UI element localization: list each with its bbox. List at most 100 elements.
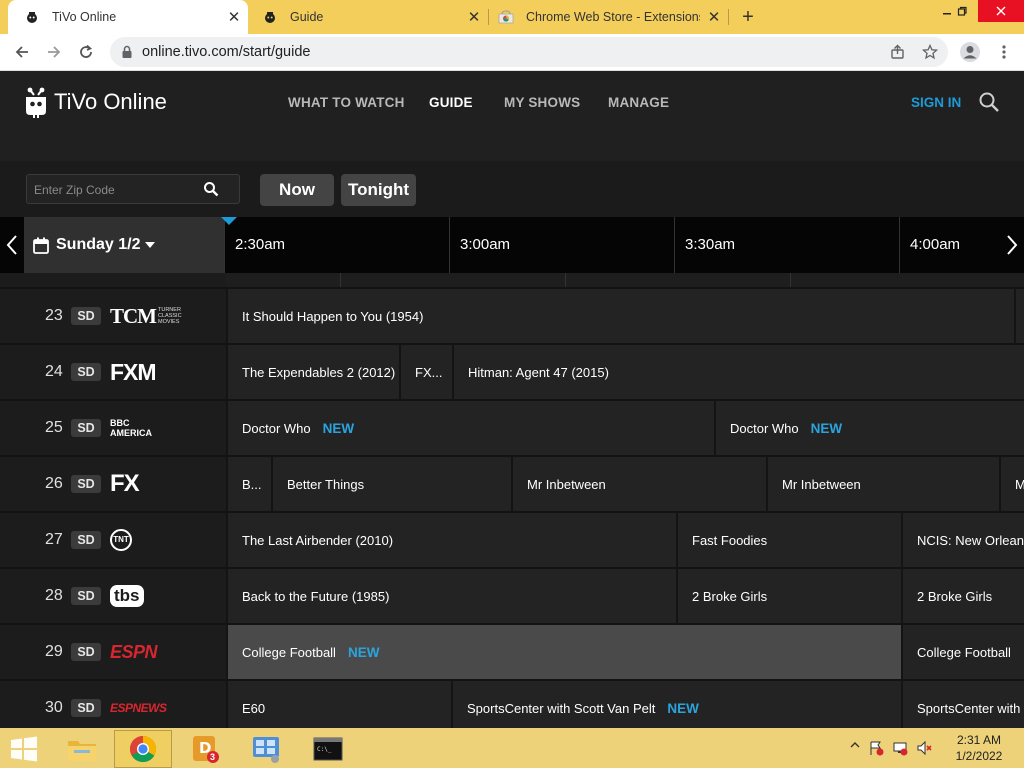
sign-in-link[interactable]: SIGN IN bbox=[911, 95, 961, 110]
date-picker[interactable]: Sunday 1/2 bbox=[24, 217, 224, 273]
tab-separator bbox=[728, 9, 729, 25]
stub-divider bbox=[790, 273, 791, 287]
network-name: FXM bbox=[110, 358, 157, 385]
file-explorer-icon[interactable] bbox=[53, 730, 111, 768]
system-clock[interactable]: 2:31 AM 1/2/2022 bbox=[946, 732, 1012, 764]
nav-guide[interactable]: GUIDE bbox=[429, 95, 473, 110]
chrome-icon[interactable] bbox=[114, 730, 172, 768]
search-icon[interactable] bbox=[978, 91, 1000, 113]
program-cell[interactable]: College Football NEW bbox=[226, 625, 901, 679]
program-cell[interactable]: Fast Foodies bbox=[676, 513, 901, 567]
channel-number: 28 bbox=[45, 587, 63, 604]
program-cell[interactable]: SportsCenter with Scott Van Pelt NEW bbox=[451, 681, 901, 728]
address-bar[interactable]: online.tivo.com/start/guide bbox=[110, 37, 948, 67]
program-cell[interactable]: M bbox=[999, 457, 1024, 511]
zip-search-icon[interactable] bbox=[203, 181, 219, 197]
stub-divider bbox=[565, 273, 566, 287]
time-slot: 3:30am bbox=[674, 217, 899, 273]
program-cell[interactable]: College Football bbox=[901, 625, 1024, 679]
program-cell[interactable]: Doctor Who NEW bbox=[226, 401, 714, 455]
channel-number: 29 bbox=[45, 643, 63, 660]
network-name: FX bbox=[110, 470, 140, 497]
program-title: Hitman: Agent 47 (2015) bbox=[468, 364, 609, 380]
tab-guide[interactable]: Guide ✕ bbox=[246, 0, 488, 34]
profile-avatar[interactable] bbox=[954, 34, 986, 70]
program-cell[interactable]: It Should Happen to You (1954) bbox=[226, 289, 1014, 343]
nav-my-shows[interactable]: MY SHOWS bbox=[504, 95, 580, 110]
channel-cell[interactable]: 25 SD BBC AMERICA bbox=[0, 401, 226, 455]
previous-row-stub bbox=[0, 273, 1024, 287]
nav-manage[interactable]: MANAGE bbox=[608, 95, 669, 110]
program-title: College Football bbox=[917, 644, 1011, 660]
program-cell[interactable]: Hitman: Agent 47 (2015) bbox=[452, 345, 1024, 399]
chevron-up-icon[interactable] bbox=[850, 740, 860, 750]
nav-what-to-watch[interactable]: WHAT TO WATCH bbox=[288, 95, 405, 110]
network-subtitle: TURNER CLASSIC MOVIES bbox=[158, 307, 182, 325]
share-icon[interactable] bbox=[890, 44, 906, 60]
program-cell[interactable]: SportsCenter with bbox=[901, 681, 1024, 728]
program-cell[interactable]: The Expendables 2 (2012) bbox=[226, 345, 399, 399]
tab-title: TiVo Online bbox=[52, 10, 117, 24]
program-cell[interactable] bbox=[1014, 289, 1024, 343]
channel-cell[interactable]: 23 SD TCM TURNER CLASSIC MOVIES bbox=[0, 289, 226, 343]
zip-code-field[interactable]: Enter Zip Code bbox=[26, 174, 240, 204]
tonight-button[interactable]: Tonight bbox=[341, 174, 416, 206]
new-tab-button[interactable]: + bbox=[736, 0, 760, 34]
channel-row-25: 25 SD BBC AMERICA Doctor Who NEW Doctor W… bbox=[0, 399, 1024, 455]
reload-button[interactable] bbox=[70, 34, 102, 70]
control-panel-icon[interactable] bbox=[237, 730, 295, 768]
program-cell[interactable]: FX... bbox=[399, 345, 452, 399]
tab-chrome-web-store[interactable]: Chrome Web Store - Extensions ✕ bbox=[482, 0, 728, 34]
program-title: The Last Airbender (2010) bbox=[242, 532, 394, 548]
network-icon[interactable] bbox=[892, 740, 908, 756]
windows-taskbar: D 3 C:\_ 2:31 AM 1/2/2022 bbox=[0, 728, 1024, 768]
command-prompt-icon[interactable]: C:\_ bbox=[299, 730, 357, 768]
program-title: 2 Broke Girls bbox=[917, 588, 993, 604]
action-center-flag-icon[interactable] bbox=[868, 740, 884, 756]
channel-cell[interactable]: 24 SD FXM bbox=[0, 345, 226, 399]
bookmark-star-icon[interactable] bbox=[922, 44, 938, 60]
tab-tivo-online[interactable]: TiVo Online ✕ bbox=[8, 0, 248, 34]
tivo-icon bbox=[262, 9, 278, 25]
stub-divider bbox=[340, 273, 341, 287]
site-header: TiVo Online WHAT TO WATCH GUIDE MY SHOWS… bbox=[0, 71, 1024, 161]
program-cell[interactable]: NCIS: New Orleans bbox=[901, 513, 1024, 567]
next-time-button[interactable] bbox=[1000, 217, 1024, 273]
channel-cell[interactable]: 28 SD tbs bbox=[0, 569, 226, 623]
tivo-logo[interactable]: TiVo Online bbox=[24, 85, 167, 119]
tnt-logo: TNT bbox=[110, 525, 132, 555]
close-tab-icon[interactable]: ✕ bbox=[700, 8, 728, 26]
program-title: Doctor Who bbox=[730, 420, 799, 436]
volume-muted-icon[interactable] bbox=[916, 740, 932, 756]
now-button[interactable]: Now bbox=[260, 174, 334, 206]
channel-cell[interactable]: 29 SD ESPN bbox=[0, 625, 226, 679]
program-cell[interactable]: E60 bbox=[226, 681, 451, 728]
program-cell[interactable]: 2 Broke Girls bbox=[901, 569, 1024, 623]
program-cell[interactable]: B... bbox=[226, 457, 271, 511]
browser-menu-button[interactable] bbox=[988, 34, 1020, 70]
program-cell[interactable]: Doctor Who NEW bbox=[714, 401, 1024, 455]
program-cell[interactable]: Back to the Future (1985) bbox=[226, 569, 676, 623]
close-window-button[interactable] bbox=[978, 0, 1024, 22]
channel-cell[interactable]: 26 SD FX bbox=[0, 457, 226, 511]
quality-badge: SD bbox=[71, 531, 101, 549]
channel-cell[interactable]: 27 SD TNT bbox=[0, 513, 226, 567]
program-cell[interactable]: 2 Broke Girls bbox=[676, 569, 901, 623]
channel-number: 26 bbox=[45, 475, 63, 492]
program-cell[interactable]: The Last Airbender (2010) bbox=[226, 513, 676, 567]
program-cell[interactable]: Mr Inbetween bbox=[766, 457, 999, 511]
dictionary-icon[interactable]: D 3 bbox=[176, 730, 234, 768]
channel-cell[interactable]: 30 SD ESPNEWS bbox=[0, 681, 226, 728]
forward-button[interactable] bbox=[38, 34, 70, 70]
forward-arrow-icon bbox=[48, 46, 61, 58]
back-button[interactable] bbox=[6, 34, 38, 70]
quality-badge: SD bbox=[71, 699, 101, 717]
program-title: Doctor Who bbox=[242, 420, 311, 436]
previous-time-button[interactable] bbox=[0, 217, 24, 273]
close-tab-icon[interactable]: ✕ bbox=[220, 8, 248, 26]
program-cell[interactable]: Mr Inbetween bbox=[511, 457, 766, 511]
restore-button[interactable] bbox=[950, 0, 974, 22]
program-cell[interactable]: Better Things bbox=[271, 457, 511, 511]
windows-start-icon[interactable] bbox=[8, 736, 40, 762]
tivo-mascot-icon bbox=[26, 87, 46, 118]
